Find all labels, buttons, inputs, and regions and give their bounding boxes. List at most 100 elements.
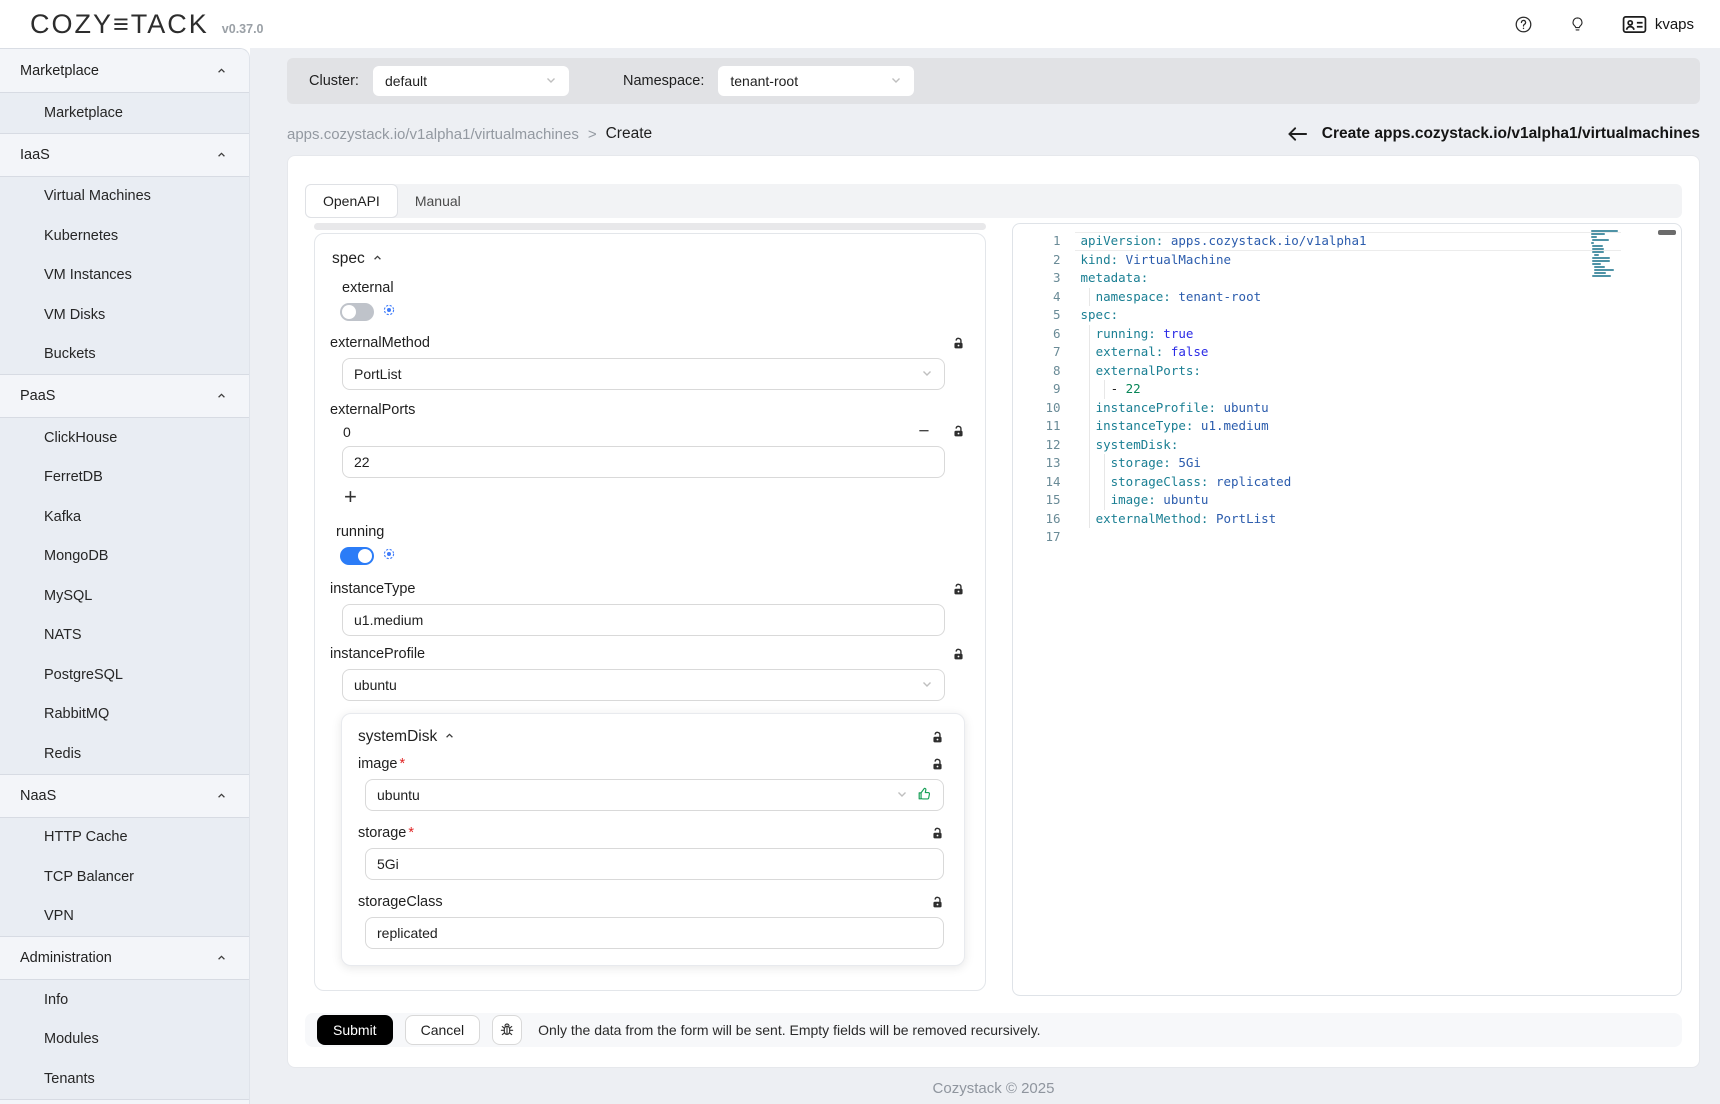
minus-icon[interactable]: − (918, 422, 929, 441)
editor-line[interactable]: 4 namespace: tenant-root (1013, 288, 1682, 307)
horizontal-scrollbar[interactable] (314, 223, 986, 230)
sidebar-item[interactable]: Virtual Machines (0, 177, 249, 217)
chevron-down-icon (921, 677, 933, 693)
sidebar-item[interactable]: HTTP Cache (0, 818, 249, 858)
main-content: Cluster: default Namespace: tenant-root … (250, 48, 1720, 1104)
editor-line[interactable]: 17 (1013, 528, 1682, 547)
sidebar-item[interactable]: MySQL (0, 576, 249, 616)
editor-line[interactable]: 1apiVersion: apps.cozystack.io/v1alpha1 (1013, 232, 1682, 251)
editor-line[interactable]: 8 externalPorts: (1013, 362, 1682, 381)
line-number: 16 (1013, 510, 1061, 529)
storage-label: storage (358, 825, 406, 841)
yaml-editor[interactable]: 1apiVersion: apps.cozystack.io/v1alpha12… (1012, 223, 1683, 996)
tab-bar: OpenAPI Manual (305, 184, 1682, 218)
sidebar-item[interactable]: Tenants (0, 1059, 249, 1099)
sidebar-item[interactable]: PostgreSQL (0, 655, 249, 695)
default-value-icon[interactable] (383, 547, 395, 565)
externalmethod-select[interactable]: PortList (342, 358, 945, 390)
tab-manual[interactable]: Manual (398, 184, 478, 218)
editor-line[interactable]: 3metadata: (1013, 269, 1682, 288)
unlock-icon[interactable] (952, 425, 965, 438)
port-item-field[interactable] (342, 446, 945, 478)
instancetype-input[interactable] (354, 612, 933, 628)
help-icon[interactable] (1514, 15, 1533, 34)
back-arrow-icon[interactable] (1287, 126, 1308, 142)
editor-line[interactable]: 11 instanceType: u1.medium (1013, 417, 1682, 436)
unlock-icon[interactable] (952, 648, 965, 661)
submit-button[interactable]: Submit (317, 1015, 393, 1045)
sidebar-item[interactable]: VM Disks (0, 295, 249, 335)
editor-line[interactable]: 14 storageClass: replicated (1013, 473, 1682, 492)
sidebar-item[interactable]: FerretDB (0, 458, 249, 498)
unlock-icon[interactable] (931, 731, 944, 744)
sidebar-item[interactable]: Redis (0, 734, 249, 774)
editor-line[interactable]: 15 image: ubuntu (1013, 491, 1682, 510)
namespace-select[interactable]: tenant-root (718, 66, 914, 96)
sidebar-item[interactable]: NATS (0, 616, 249, 656)
breadcrumb-path[interactable]: apps.cozystack.io/v1alpha1/virtualmachin… (287, 126, 579, 143)
lightbulb-icon[interactable] (1569, 15, 1586, 34)
storageclass-field[interactable] (365, 917, 944, 949)
sidebar-item[interactable]: MongoDB (0, 537, 249, 577)
sidebar-item[interactable]: Info (0, 980, 249, 1020)
sidebar-item[interactable]: VM Instances (0, 256, 249, 296)
sidebar-item[interactable]: Kubernetes (0, 216, 249, 256)
sidebar-item[interactable]: ClickHouse (0, 418, 249, 458)
storage-input[interactable] (377, 856, 932, 872)
editor-line[interactable]: 16 externalMethod: PortList (1013, 510, 1682, 529)
editor-line[interactable]: 10 instanceProfile: ubuntu (1013, 399, 1682, 418)
sidebar-item[interactable]: Marketplace (0, 93, 249, 133)
tab-openapi[interactable]: OpenAPI (305, 184, 398, 218)
user-menu[interactable]: kvaps (1622, 15, 1694, 34)
chevron-down-icon (545, 73, 557, 89)
sidebar-item[interactable]: TCP Balancer (0, 857, 249, 897)
spec-section-toggle[interactable]: spec (332, 250, 965, 268)
editor-line[interactable]: 6 running: true (1013, 325, 1682, 344)
systemdisk-section-toggle[interactable]: systemDisk (358, 728, 455, 746)
debug-button[interactable] (492, 1015, 522, 1045)
line-number: 8 (1013, 362, 1061, 381)
editor-line[interactable]: 12 systemDisk: (1013, 436, 1682, 455)
namespace-label: Namespace: (623, 73, 704, 89)
line-number: 13 (1013, 454, 1061, 473)
cancel-button[interactable]: Cancel (405, 1015, 481, 1045)
sidebar-section-header[interactable]: PaaS (0, 374, 249, 418)
editor-line[interactable]: 5spec: (1013, 306, 1682, 325)
running-toggle[interactable] (340, 547, 374, 565)
sidebar-item[interactable]: RabbitMQ (0, 695, 249, 735)
sidebar-item[interactable]: VPN (0, 897, 249, 937)
sidebar-section-header[interactable]: Administration (0, 936, 249, 980)
cluster-select[interactable]: default (373, 66, 569, 96)
storage-field[interactable] (365, 848, 944, 880)
plus-icon[interactable]: + (344, 486, 362, 508)
id-card-icon (1622, 15, 1647, 34)
storageclass-input[interactable] (377, 925, 932, 941)
systemdisk-card: systemDisk image* ubuntu (341, 713, 965, 966)
unlock-icon[interactable] (931, 896, 944, 909)
line-number: 10 (1013, 399, 1061, 418)
sidebar-item[interactable]: Modules (0, 1020, 249, 1060)
editor-line[interactable]: 2kind: VirtualMachine (1013, 251, 1682, 270)
line-number: 17 (1013, 528, 1061, 547)
editor-line[interactable]: 9 - 22 (1013, 380, 1682, 399)
unlock-icon[interactable] (931, 827, 944, 840)
unlock-icon[interactable] (952, 583, 965, 596)
port-item-input[interactable] (354, 454, 933, 470)
editor-line[interactable]: 7 external: false (1013, 343, 1682, 362)
instancetype-field[interactable] (342, 604, 945, 636)
sidebar-section-header[interactable]: NaaS (0, 774, 249, 818)
instancetype-label: instanceType (330, 581, 415, 597)
bug-icon (499, 1022, 515, 1038)
unlock-icon[interactable] (931, 758, 944, 771)
app-logo: COZY≡TACK v0.37.0 (30, 9, 264, 40)
unlock-icon[interactable] (952, 337, 965, 350)
default-value-icon[interactable] (383, 303, 395, 321)
editor-line[interactable]: 13 storage: 5Gi (1013, 454, 1682, 473)
sidebar-item[interactable]: Buckets (0, 335, 249, 375)
instanceprofile-select[interactable]: ubuntu (342, 669, 945, 701)
sidebar-section-header[interactable]: Marketplace (0, 49, 249, 93)
sidebar-item[interactable]: Kafka (0, 497, 249, 537)
image-select[interactable]: ubuntu (365, 779, 944, 811)
sidebar-section-header[interactable]: IaaS (0, 133, 249, 177)
external-toggle[interactable] (340, 303, 374, 321)
